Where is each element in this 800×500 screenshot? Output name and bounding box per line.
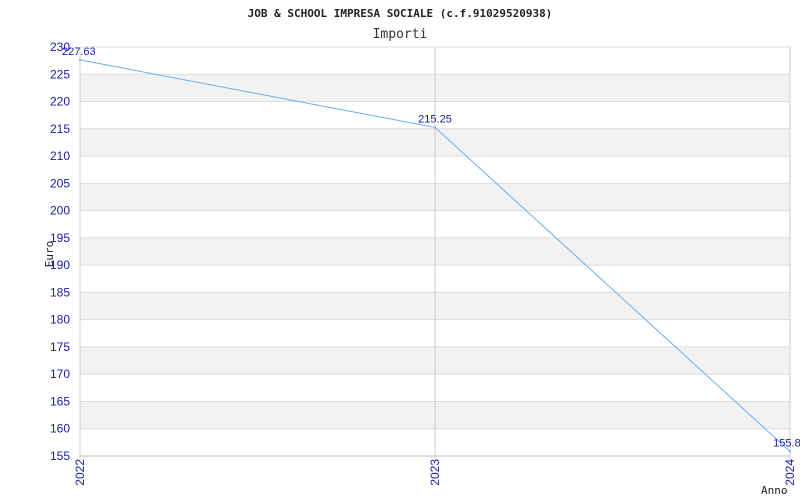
line-chart: 1551601651701751801851901952002052102152…: [43, 7, 800, 497]
y-tick-label: 220: [50, 95, 70, 109]
y-tick-label: 160: [50, 422, 70, 436]
x-tick-label: 2022: [73, 459, 87, 486]
y-tick-label: 215: [50, 122, 70, 136]
y-tick-label: 200: [50, 204, 70, 218]
x-tick-label: 2024: [783, 459, 797, 486]
x-tick-label: 2023: [428, 459, 442, 486]
y-axis-label: Euro: [43, 241, 56, 268]
y-tick-label: 205: [50, 176, 70, 190]
x-axis-label: Anno: [761, 484, 788, 497]
y-tick-label: 225: [50, 67, 70, 81]
y-tick-label: 210: [50, 149, 70, 163]
data-point: [789, 450, 791, 453]
data-label: 215.25: [418, 113, 452, 125]
y-tick-label: 155: [50, 449, 70, 463]
data-point: [79, 58, 81, 61]
data-label: 227.63: [62, 46, 96, 58]
y-tick-label: 165: [50, 394, 70, 408]
chart-title: JOB & SCHOOL IMPRESA SOCIALE (c.f.910295…: [248, 7, 553, 20]
data-point: [434, 126, 436, 129]
chart-subtitle: Importi: [373, 27, 428, 42]
y-tick-label: 170: [50, 367, 70, 381]
data-label: 155.84: [773, 437, 800, 449]
y-tick-label: 185: [50, 285, 70, 299]
y-tick-label: 180: [50, 313, 70, 327]
y-tick-label: 175: [50, 340, 70, 354]
